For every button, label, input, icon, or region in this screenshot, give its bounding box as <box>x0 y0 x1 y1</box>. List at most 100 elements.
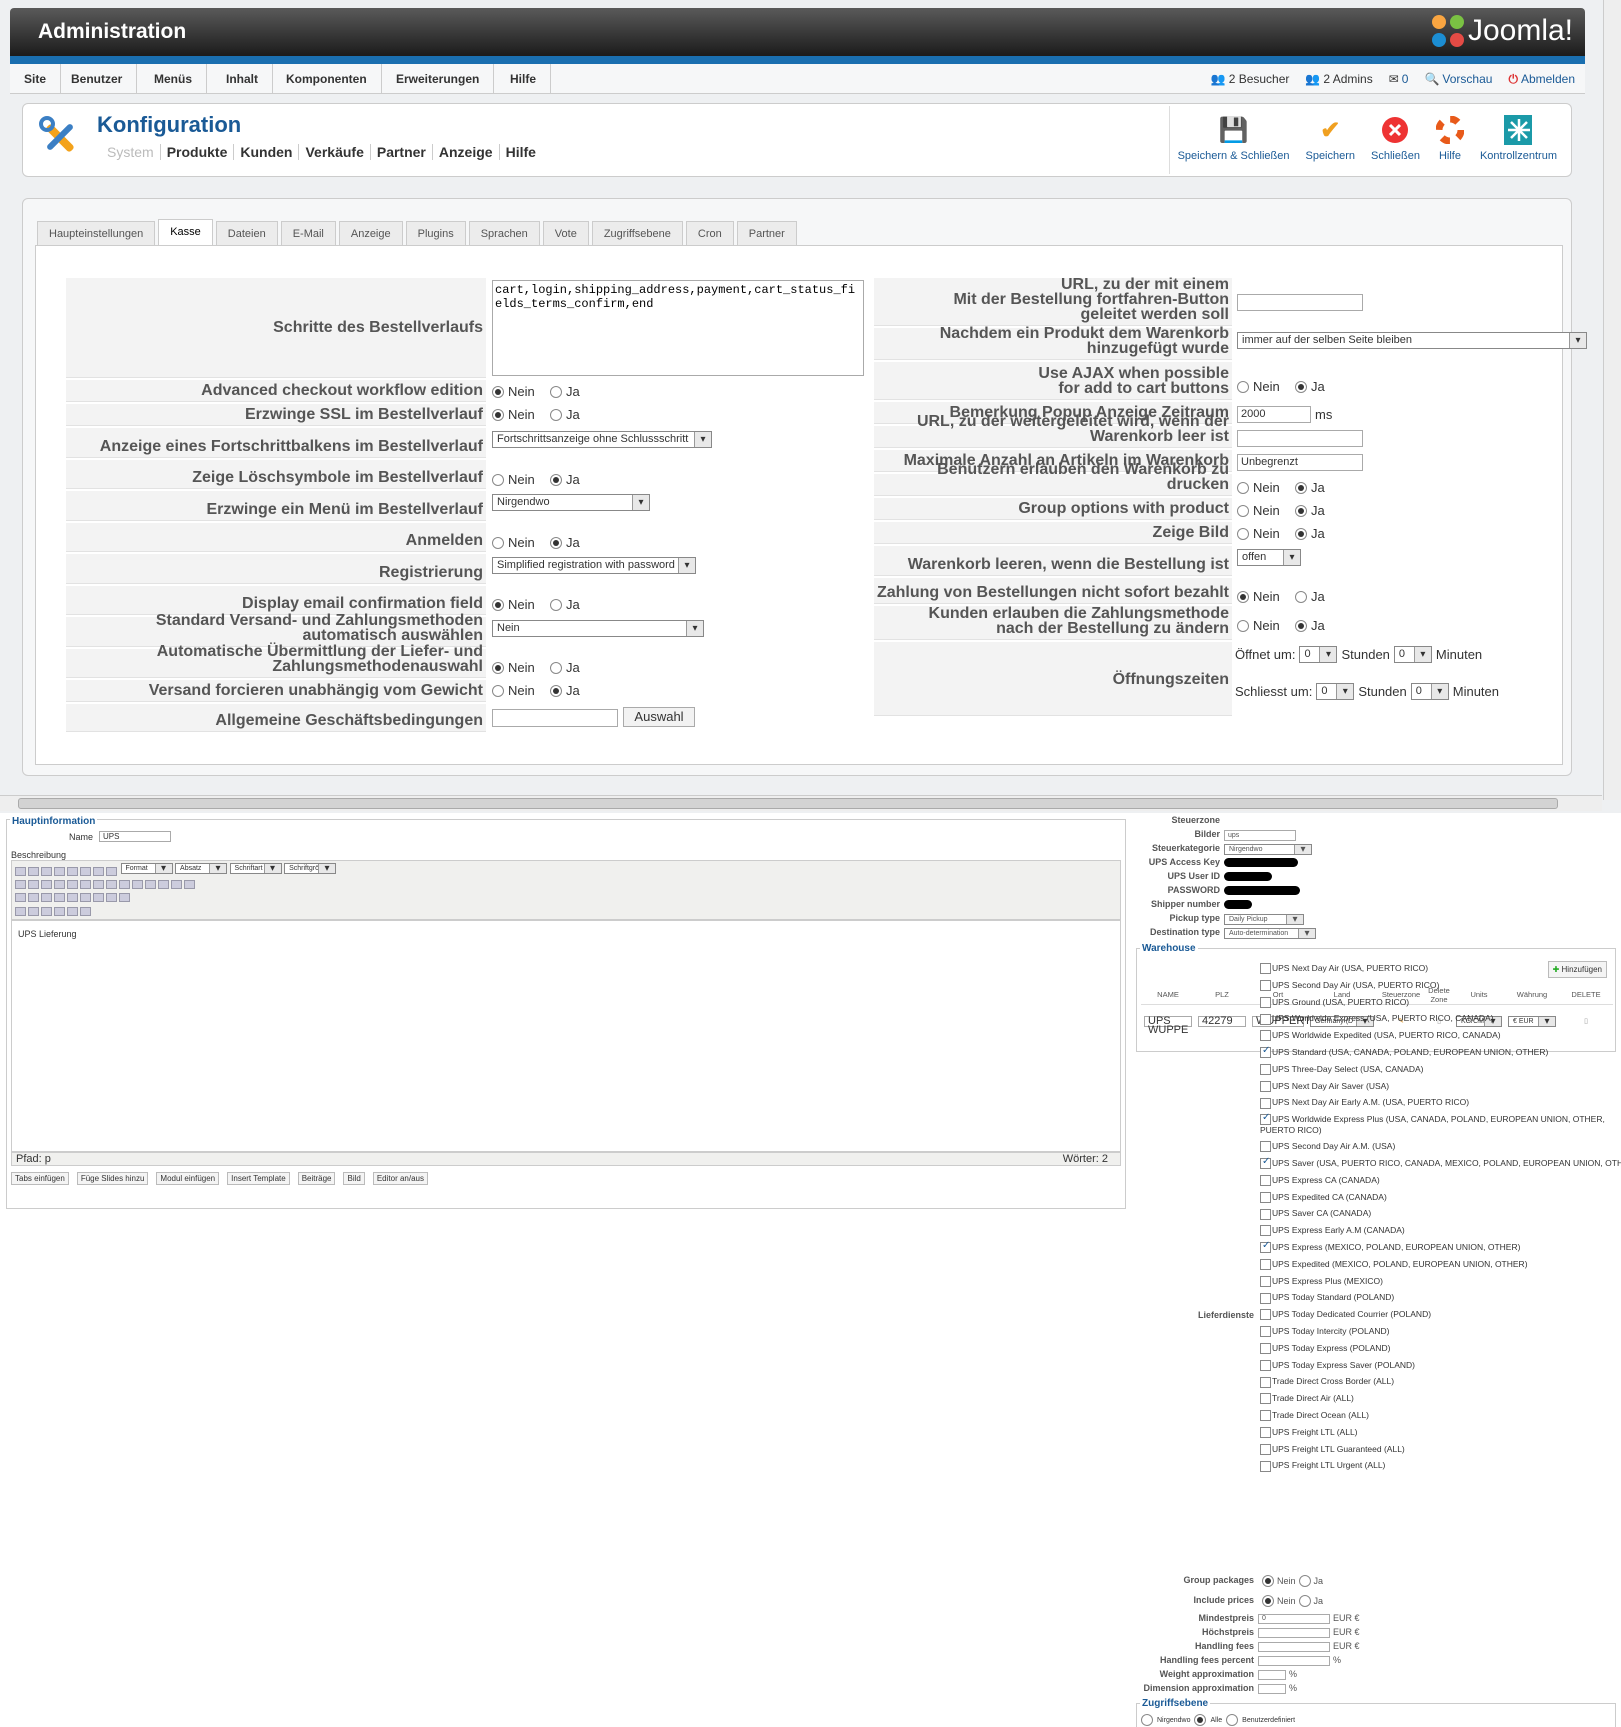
change-pay-nein-radio[interactable] <box>1237 619 1249 632</box>
service-checkbox[interactable] <box>1260 1141 1271 1153</box>
include-prices-ja-radio[interactable] <box>1298 1595 1311 1607</box>
service-checkbox[interactable] <box>1260 1112 1271 1126</box>
outdent-icon[interactable] <box>54 880 65 890</box>
delete-icons-ja-radio[interactable] <box>549 473 562 486</box>
submenu-verkaeufe[interactable]: Verkäufe <box>299 144 371 160</box>
align-center-icon[interactable] <box>80 867 91 877</box>
image-icon[interactable] <box>132 880 143 890</box>
url-empty-input[interactable] <box>1237 430 1363 447</box>
opens-hour-select[interactable]: 0 <box>1299 646 1338 663</box>
help-button[interactable]: Hilfe <box>1428 106 1472 172</box>
service-checkbox[interactable] <box>1260 1443 1271 1455</box>
paragraph-select[interactable]: Absatz <box>175 863 228 874</box>
insert-template-button[interactable]: Insert Template <box>227 1172 290 1185</box>
text-color-icon[interactable] <box>171 880 182 890</box>
tab-kasse[interactable]: Kasse <box>158 219 213 245</box>
list-icon[interactable] <box>15 880 26 890</box>
cleanup-icon[interactable] <box>145 880 156 890</box>
destination-select[interactable]: Auto-determination <box>1224 928 1316 939</box>
wh-plz-input[interactable]: 42279 <box>1198 1015 1246 1027</box>
change-pay-ja-radio[interactable] <box>1294 619 1307 632</box>
font-select[interactable]: Schriftart <box>229 863 282 874</box>
pilcrow-icon[interactable] <box>80 906 91 916</box>
service-checkbox[interactable] <box>1260 1240 1271 1254</box>
service-checkbox[interactable] <box>1260 1208 1271 1220</box>
insert-module-button[interactable]: Modul einfügen <box>156 1172 220 1185</box>
tab-partner[interactable]: Partner <box>736 221 797 245</box>
indent-icon[interactable] <box>41 880 52 890</box>
empty-cart-select[interactable]: offen <box>1237 549 1301 566</box>
auto-submit-nein-radio[interactable] <box>492 661 504 674</box>
pickup-select[interactable]: Daily Pickup <box>1224 914 1304 925</box>
hr-icon[interactable] <box>54 893 65 903</box>
login-nein-radio[interactable] <box>492 536 504 549</box>
weight-approx-input[interactable] <box>1258 1670 1286 1680</box>
horizontal-scrollbar[interactable] <box>0 795 1602 811</box>
tab-email[interactable]: E-Mail <box>280 221 336 245</box>
opens-minute-select[interactable]: 0 <box>1393 646 1432 663</box>
service-checkbox[interactable] <box>1260 1460 1271 1472</box>
service-checkbox[interactable] <box>1260 1259 1271 1271</box>
force-ship-ja-radio[interactable] <box>549 684 562 697</box>
advanced-ja-radio[interactable] <box>549 385 562 398</box>
service-checkbox[interactable] <box>1260 1191 1271 1203</box>
email-confirm-nein-radio[interactable] <box>492 598 504 611</box>
service-checkbox[interactable] <box>1260 996 1271 1008</box>
service-checkbox[interactable] <box>1260 980 1271 992</box>
menu-menus[interactable]: Menüs <box>140 64 208 94</box>
insert-tabs-button[interactable]: Tabs einfügen <box>11 1172 69 1185</box>
redo-icon[interactable] <box>80 880 91 890</box>
submenu-anzeige[interactable]: Anzeige <box>433 144 500 160</box>
service-checkbox[interactable] <box>1260 1410 1271 1422</box>
superscript-icon[interactable] <box>80 893 91 903</box>
email-confirm-ja-radio[interactable] <box>549 598 562 611</box>
url-continue-input[interactable] <box>1237 294 1363 311</box>
editor-body[interactable]: UPS Lieferung <box>11 920 1121 1152</box>
terms-input[interactable] <box>492 709 618 727</box>
control-center-button[interactable]: Kontrollzentrum <box>1472 106 1565 172</box>
login-ja-radio[interactable] <box>549 536 562 549</box>
align-left-icon[interactable] <box>67 867 78 877</box>
service-checkbox[interactable] <box>1260 1045 1271 1059</box>
popup-input[interactable]: 2000 <box>1237 406 1311 423</box>
tab-anzeige[interactable]: Anzeige <box>338 221 403 245</box>
menu-benutzer[interactable]: Benutzer <box>57 64 138 94</box>
auswahl-button[interactable]: Auswahl <box>623 707 695 727</box>
vertical-scrollbar[interactable] <box>1603 0 1621 800</box>
tab-haupteinstellungen[interactable]: Haupteinstellungen <box>37 221 156 245</box>
service-checkbox[interactable] <box>1260 1326 1271 1338</box>
min-price-input[interactable]: 0 <box>1258 1614 1330 1624</box>
ajax-ja-radio[interactable] <box>1294 380 1307 393</box>
horizontal-scroll-thumb[interactable] <box>18 798 1558 809</box>
messages-status[interactable]: ✉ 0 <box>1389 64 1409 94</box>
submenu-partner[interactable]: Partner <box>371 144 433 160</box>
auto-submit-ja-radio[interactable] <box>549 661 562 674</box>
force-ship-nein-radio[interactable] <box>492 684 504 697</box>
advanced-nein-radio[interactable] <box>492 385 504 398</box>
paste-text-icon[interactable] <box>54 906 65 916</box>
ssl-ja-radio[interactable] <box>549 408 562 421</box>
after-add-select[interactable]: immer auf der selben Seite bleiben <box>1237 332 1587 349</box>
access-custom-radio[interactable] <box>1226 1714 1239 1726</box>
menu-komponenten[interactable]: Komponenten <box>272 64 382 94</box>
tab-plugins[interactable]: Plugins <box>405 221 466 245</box>
numbered-list-icon[interactable] <box>28 880 39 890</box>
service-checkbox[interactable] <box>1260 1064 1271 1076</box>
format-select[interactable]: Format <box>120 863 173 874</box>
handling-input[interactable] <box>1258 1642 1330 1652</box>
insert-slides-button[interactable]: Füge Slides hinzu <box>76 1172 149 1185</box>
bg-color-icon[interactable] <box>184 880 195 890</box>
table-icon[interactable] <box>15 893 26 903</box>
service-checkbox[interactable] <box>1260 1013 1271 1025</box>
include-prices-nein-radio[interactable] <box>1262 1595 1274 1607</box>
service-checkbox[interactable] <box>1260 1359 1271 1371</box>
show-image-nein-radio[interactable] <box>1237 527 1249 540</box>
print-nein-radio[interactable] <box>1237 481 1249 494</box>
anchor-icon[interactable] <box>119 880 130 890</box>
group-packages-nein-radio[interactable] <box>1262 1575 1274 1587</box>
max-price-input[interactable] <box>1258 1628 1330 1638</box>
service-checkbox[interactable] <box>1260 1292 1271 1304</box>
save-close-button[interactable]: 💾 Speichern & Schließen <box>1170 106 1298 172</box>
toggle-editor-button[interactable]: Editor an/aus <box>372 1172 428 1185</box>
strike-icon[interactable] <box>54 867 65 877</box>
